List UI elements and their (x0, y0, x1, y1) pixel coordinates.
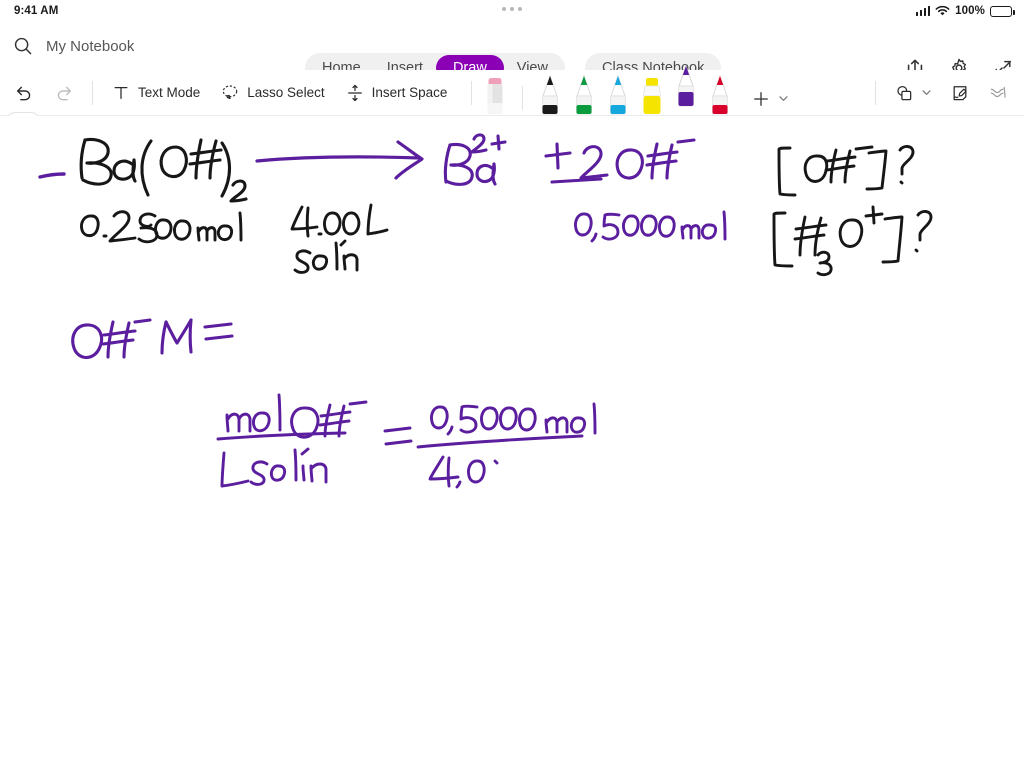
note-canvas[interactable] (0, 116, 1024, 768)
ink-stroke-work-lhs (71, 318, 234, 360)
ink-stroke-result-denominator (428, 455, 499, 489)
undo-button[interactable] (0, 76, 44, 110)
ink-stroke-reactant-moles (80, 210, 243, 244)
app-header: My Notebook Home Insert Draw View Class … (0, 22, 1024, 83)
ink-stroke-volume (290, 203, 389, 238)
ink-stroke-work-numerator (216, 393, 368, 441)
ink-stroke-work-equals (383, 426, 413, 446)
tool-pen-green[interactable] (567, 70, 601, 116)
status-time: 9:41 AM (14, 5, 59, 17)
insert-space-icon (347, 84, 362, 101)
onenote-draw-screen: 9:41 AM 100% My Notebook Home Insert Dra… (0, 0, 1024, 768)
text-icon (114, 86, 128, 99)
toolbar-right-group (867, 76, 1024, 110)
toolbar-divider (92, 80, 93, 105)
ink-to-text-icon (990, 86, 1006, 98)
ink-stroke-reaction-arrow (255, 140, 424, 180)
tool-pen-red[interactable] (703, 70, 737, 116)
draw-toolbar: Text Mode Lasso Select Insert Space (0, 63, 1024, 116)
ink-stroke-product-moles (574, 210, 727, 243)
plus-icon (754, 91, 769, 106)
text-mode-label: Text Mode (138, 85, 201, 100)
redo-button[interactable] (44, 76, 84, 110)
toolbar-divider-2 (471, 80, 473, 105)
cellular-signal-icon (915, 6, 931, 16)
insert-space-label: Insert Space (371, 85, 448, 100)
window-drag-handle[interactable] (502, 7, 522, 11)
lasso-select-label: Lasso Select (247, 85, 325, 100)
battery-percent: 100% (955, 5, 985, 17)
chevron-down-icon[interactable] (778, 93, 789, 104)
tool-pen-blue[interactable] (601, 70, 635, 116)
lasso-select-button[interactable]: Lasso Select (210, 76, 334, 110)
ink-to-text-button[interactable] (984, 76, 1012, 110)
shapes-chevron-down-icon[interactable] (921, 87, 932, 98)
ink-stroke-question-h3o (772, 205, 933, 277)
ink-stroke-work-denominator (220, 447, 328, 488)
shapes-icon (897, 85, 912, 100)
toolbar-divider-3 (875, 80, 876, 105)
lasso-icon (223, 84, 238, 99)
text-mode-button[interactable]: Text Mode (101, 76, 210, 110)
search-icon[interactable] (12, 35, 34, 57)
insert-space-button[interactable]: Insert Space (335, 76, 458, 110)
ink-to-shape-icon (953, 85, 967, 100)
handwriting-ink-layer (38, 133, 933, 489)
status-indicators: 100% (915, 5, 1015, 17)
add-pen-button[interactable] (747, 82, 793, 116)
tool-highlighter-yellow[interactable] (635, 70, 669, 116)
ink-stroke-product-cation (443, 133, 507, 186)
ink-stroke-result-numerator (416, 402, 597, 449)
ink-stroke-reactant-formula (79, 137, 248, 203)
tool-eraser[interactable] (478, 70, 512, 116)
redo-icon (57, 86, 72, 100)
header-left: My Notebook (0, 35, 300, 57)
status-bar: 9:41 AM 100% (0, 0, 1024, 22)
battery-icon (990, 5, 1015, 17)
ink-stroke-product-anion (544, 138, 696, 184)
ink-stroke-question-oh (777, 145, 915, 197)
tool-pen-black[interactable] (533, 70, 567, 116)
undo-icon (16, 86, 31, 100)
shapes-button[interactable] (890, 76, 936, 110)
tool-pen-purple[interactable] (669, 63, 703, 116)
ink-to-shape-button[interactable] (942, 76, 978, 110)
ink-stroke-volume-soln (293, 239, 359, 274)
ink-stroke-purple-dash (38, 172, 66, 179)
pen-tray (478, 63, 793, 116)
wifi-icon (935, 5, 950, 16)
notebook-title[interactable]: My Notebook (46, 38, 134, 55)
pen-tray-divider (522, 85, 524, 110)
